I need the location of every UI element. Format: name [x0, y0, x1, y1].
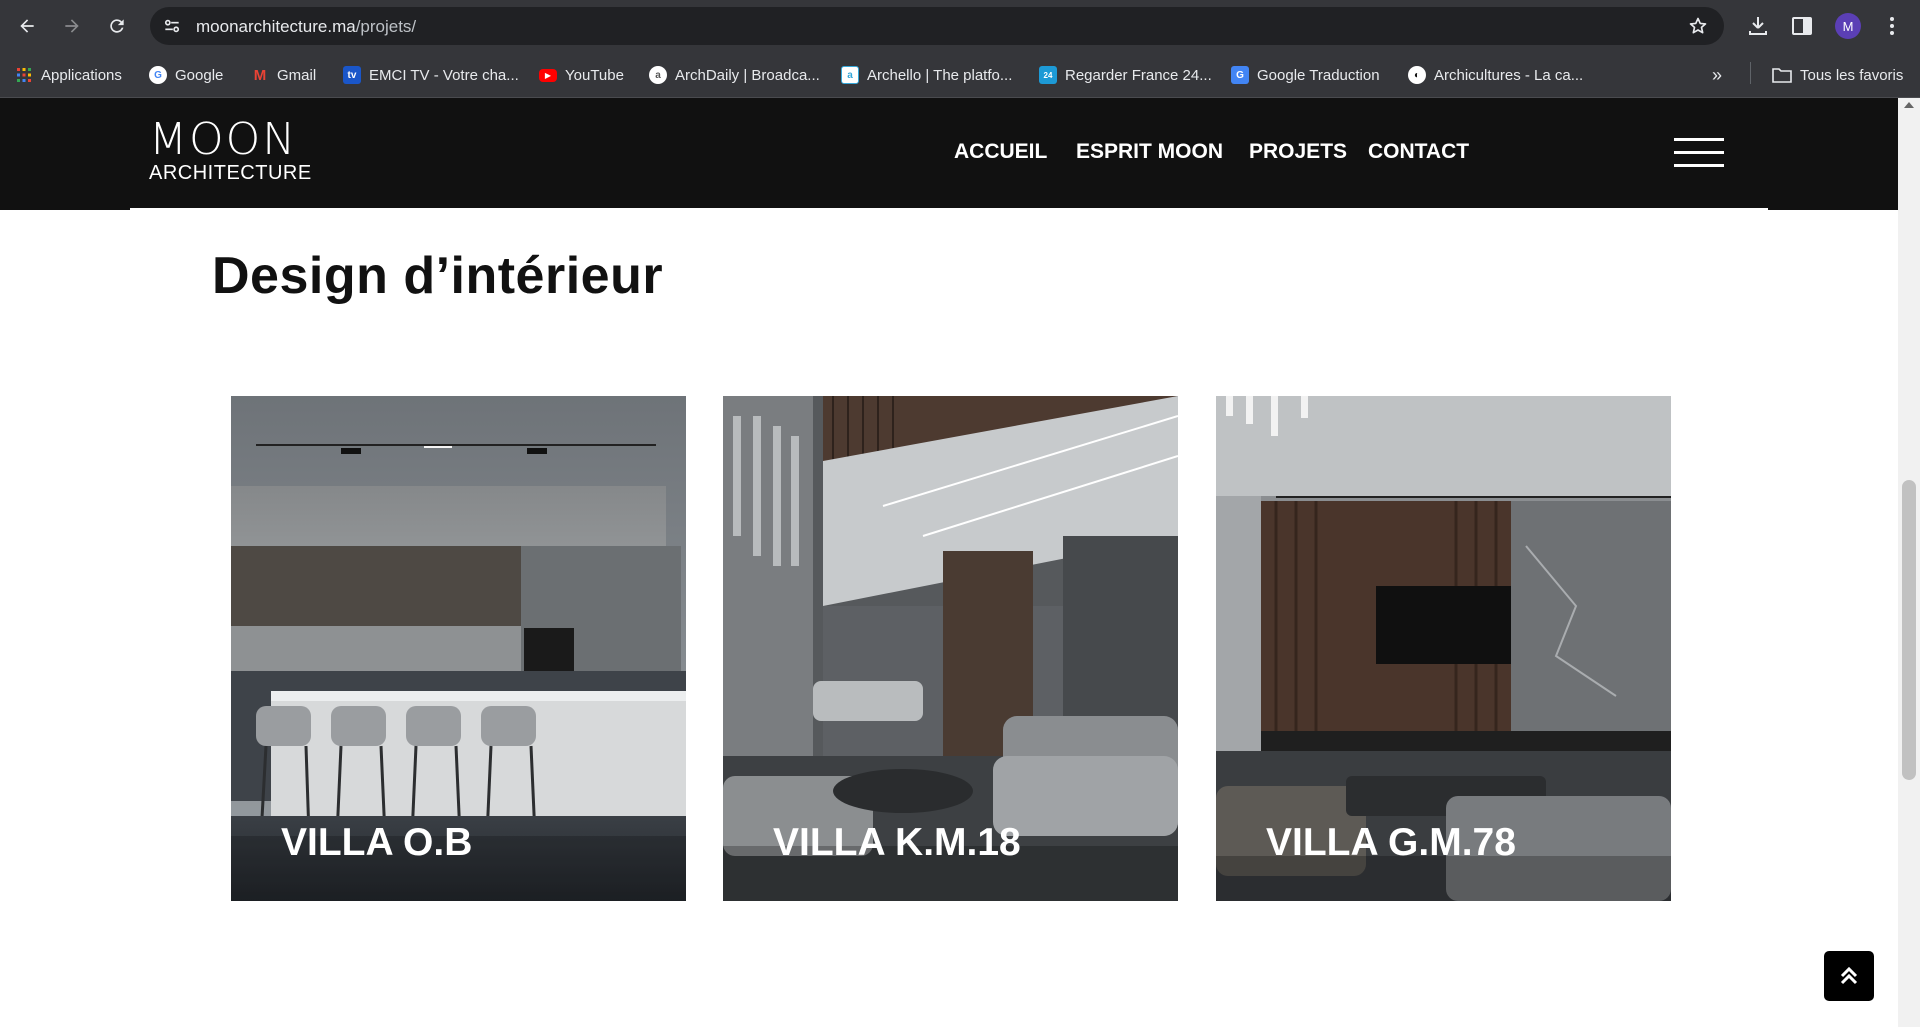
site-header: MOON ARCHITECTURE ACCUEIL ESPRIT MOON PR… [0, 98, 1898, 208]
bookmark-emci-tv[interactable]: tv EMCI TV - Votre cha... [343, 62, 519, 88]
archello-icon: a [841, 66, 859, 84]
project-card-villa-ob[interactable]: VILLA O.B [231, 396, 686, 901]
bookmark-label: Regarder France 24... [1065, 66, 1212, 84]
vertical-scrollbar[interactable] [1898, 98, 1920, 1027]
bookmarks-divider [1750, 62, 1751, 84]
bookmark-archicultures[interactable]: ◐ Archicultures - La ca... [1408, 62, 1583, 88]
reload-icon [110, 19, 124, 33]
bookmark-gmail[interactable]: M Gmail [251, 62, 316, 88]
emci-tv-icon: tv [343, 66, 361, 84]
arrow-right-icon [65, 19, 79, 33]
side-panel-icon[interactable] [1790, 14, 1814, 38]
bookmarks-overflow-button[interactable]: » [1712, 62, 1722, 88]
bookmark-label: ArchDaily | Broadca... [675, 66, 820, 84]
hamburger-menu-icon[interactable] [1674, 138, 1724, 168]
back-button[interactable] [9, 8, 45, 44]
bookmark-label: Archello | The platfo... [867, 66, 1013, 84]
folder-icon [1772, 68, 1792, 83]
url-host: moonarchitecture.ma [196, 17, 356, 36]
bookmark-youtube[interactable]: ▶ YouTube [539, 62, 624, 88]
section-title: Design d’intérieur [212, 247, 664, 305]
logo-architecture-text: ARCHITECTURE [149, 162, 312, 184]
bookmark-google-translate[interactable]: G Google Traduction [1231, 62, 1380, 88]
bookmark-label: YouTube [565, 66, 624, 84]
bookmark-archello[interactable]: a Archello | The platfo... [841, 62, 1012, 88]
project-title: VILLA G.M.78 [1266, 821, 1516, 864]
project-card-villa-gm78[interactable]: VILLA G.M.78 [1216, 396, 1671, 901]
nav-contact[interactable]: CONTACT [1368, 140, 1469, 164]
bookmark-label: Google Traduction [1257, 66, 1380, 84]
france24-icon: 24 [1039, 66, 1057, 84]
bookmark-applications[interactable]: Applications [15, 62, 122, 88]
project-title: VILLA K.M.18 [773, 821, 1021, 864]
header-divider-left [0, 208, 130, 210]
all-bookmarks-folder[interactable]: Tous les favoris [1772, 62, 1903, 88]
site-settings-icon[interactable] [162, 16, 182, 36]
reload-button[interactable] [99, 8, 135, 44]
nav-esprit-moon[interactable]: ESPRIT MOON [1076, 140, 1223, 164]
chevron-double-up-icon [1840, 966, 1858, 985]
bookmark-label: Applications [41, 66, 122, 84]
bookmark-archdaily[interactable]: a ArchDaily | Broadca... [649, 62, 820, 88]
bookmark-label: EMCI TV - Votre cha... [369, 66, 519, 84]
archdaily-icon: a [649, 66, 667, 84]
bookmark-label: Archicultures - La ca... [1434, 66, 1584, 84]
project-card-villa-km18[interactable]: VILLA K.M.18 [723, 396, 1178, 901]
download-icon[interactable] [1746, 14, 1770, 38]
bookmark-star-icon[interactable] [1688, 16, 1708, 36]
url-path: /projets/ [355, 17, 417, 36]
web-page: MOON ARCHITECTURE ACCUEIL ESPRIT MOON PR… [0, 98, 1920, 1027]
address-bar[interactable]: moonarchitecture.ma/projets/ [150, 7, 1724, 45]
url-text[interactable]: moonarchitecture.ma/projets/ [196, 17, 416, 37]
more-vert-icon[interactable] [1880, 14, 1904, 38]
project-title: VILLA O.B [281, 821, 473, 864]
site-logo[interactable]: MOON ARCHITECTURE [149, 116, 321, 185]
bookmark-france24[interactable]: 24 Regarder France 24... [1039, 62, 1212, 88]
chevron-double-right-icon: » [1712, 64, 1723, 85]
nav-projets[interactable]: PROJETS [1249, 140, 1347, 164]
archicultures-icon: ◐ [1408, 66, 1426, 84]
scrollbar-thumb[interactable] [1902, 480, 1916, 780]
bookmark-label: Gmail [277, 66, 317, 84]
bookmark-label: Tous les favoris [1800, 66, 1904, 84]
nav-accueil[interactable]: ACCUEIL [954, 140, 1047, 164]
bookmark-google[interactable]: G Google [149, 62, 223, 88]
forward-button[interactable] [54, 8, 90, 44]
bookmarks-bar: Applications G Google M Gmail tv EMCI TV… [0, 52, 1920, 98]
header-divider-right [1768, 208, 1898, 210]
arrow-left-icon [20, 19, 34, 33]
gmail-icon: M [253, 66, 267, 84]
browser-toolbar: moonarchitecture.ma/projets/ M [0, 0, 1920, 52]
profile-avatar[interactable]: M [1835, 13, 1861, 39]
scroll-up-arrow-icon[interactable] [1904, 102, 1914, 108]
scroll-to-top-button[interactable] [1824, 951, 1874, 1001]
logo-moon-text: MOON [149, 114, 298, 165]
bookmark-label: Google [175, 66, 224, 84]
youtube-icon: ▶ [539, 68, 557, 82]
google-translate-icon: G [1231, 66, 1249, 84]
google-icon: G [149, 66, 167, 84]
apps-grid-icon [15, 66, 33, 84]
